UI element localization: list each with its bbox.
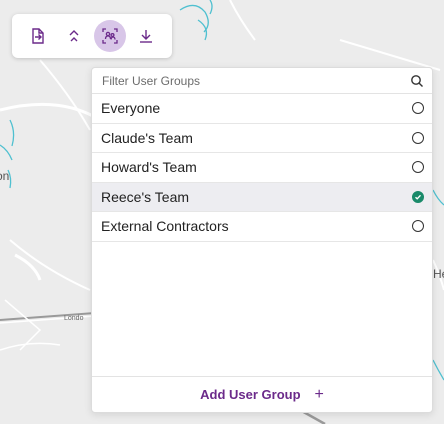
user-group-list: Everyone Claude's Team Howard's Team Ree… xyxy=(92,94,432,242)
export-file-icon xyxy=(32,28,44,44)
group-label: Howard's Team xyxy=(101,159,197,176)
group-label: External Contractors xyxy=(101,218,229,235)
user-groups-panel: Everyone Claude's Team Howard's Team Ree… xyxy=(91,67,433,413)
list-item[interactable]: Everyone xyxy=(92,94,432,124)
map-label: He xyxy=(433,267,444,281)
list-item[interactable]: Howard's Team xyxy=(92,153,432,183)
user-groups-icon xyxy=(102,28,118,44)
radio-unchecked-icon[interactable] xyxy=(412,131,424,144)
map-label: Londo xyxy=(64,315,84,322)
filter-row xyxy=(92,68,432,94)
list-item[interactable]: External Contractors xyxy=(92,212,432,242)
user-groups-button[interactable] xyxy=(94,20,126,52)
group-label: Reece's Team xyxy=(101,188,190,205)
download-icon xyxy=(140,30,152,43)
group-label: Claude's Team xyxy=(101,129,193,146)
map-label: on xyxy=(0,169,9,183)
collapse-button[interactable] xyxy=(58,20,90,52)
search-icon[interactable] xyxy=(410,74,424,88)
radio-checked-icon[interactable] xyxy=(412,190,424,203)
plus-icon: + xyxy=(314,385,324,403)
collapse-up-icon xyxy=(69,30,79,42)
list-item[interactable]: Claude's Team xyxy=(92,124,432,153)
radio-unchecked-icon[interactable] xyxy=(412,220,424,233)
check-icon xyxy=(415,194,422,200)
add-user-group-label: Add User Group xyxy=(200,387,301,402)
radio-unchecked-icon[interactable] xyxy=(412,102,424,115)
group-label: Everyone xyxy=(101,100,161,117)
download-button[interactable] xyxy=(130,20,162,52)
map-toolbar xyxy=(12,14,172,58)
radio-unchecked-icon[interactable] xyxy=(412,161,424,174)
add-user-group-button[interactable]: Add User Group + xyxy=(92,376,432,412)
list-item-selected[interactable]: Reece's Team xyxy=(92,182,432,212)
filter-user-groups-input[interactable] xyxy=(102,73,410,88)
export-button[interactable] xyxy=(22,20,54,52)
